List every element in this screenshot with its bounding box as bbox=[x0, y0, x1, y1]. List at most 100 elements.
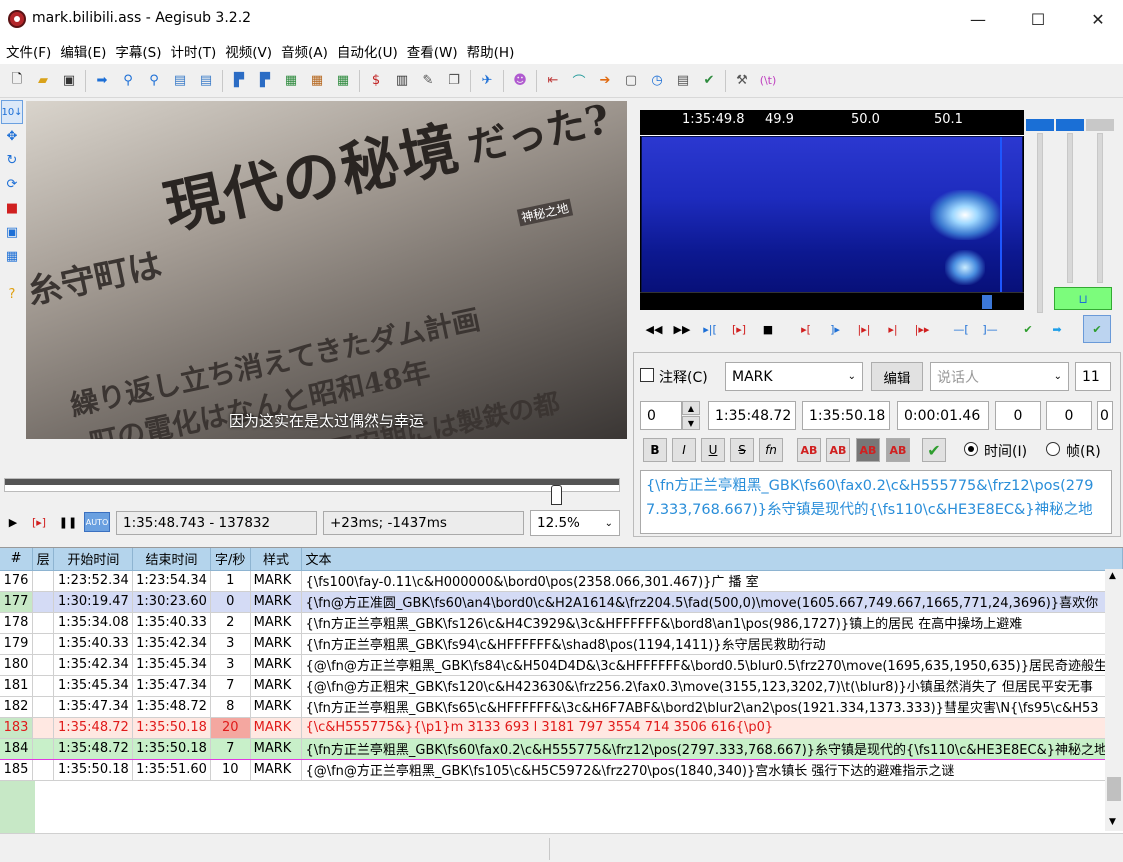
table-row[interactable]: 176 1:23:52.34 1:23:54.34 1 MARK {\fs100… bbox=[0, 570, 1123, 592]
start-time-field[interactable]: 1:35:48.72 bbox=[708, 401, 796, 430]
autoscroll-icon[interactable]: AUTO bbox=[84, 512, 110, 532]
table-row[interactable]: 183 1:35:48.72 1:35:50.18 20 MARK {\c&H5… bbox=[0, 717, 1123, 739]
layer-down-icon[interactable]: ▼ bbox=[682, 416, 700, 430]
zoom-in-icon[interactable]: ⚲ bbox=[117, 70, 139, 92]
rotate-z-icon[interactable]: ↻ bbox=[1, 148, 23, 172]
scroll-up-icon[interactable]: ▲ bbox=[1109, 571, 1116, 581]
table-row[interactable]: 185 1:35:50.18 1:35:51.60 10 MARK {@\fn@… bbox=[0, 759, 1123, 781]
secondary-color-button[interactable]: AB bbox=[826, 438, 850, 462]
shadow-color-button[interactable]: AB bbox=[886, 438, 910, 462]
commit-icon[interactable]: ✔ bbox=[922, 438, 946, 462]
stop-audio-icon[interactable]: ■ bbox=[757, 320, 779, 338]
comment-checkbox[interactable] bbox=[640, 368, 654, 382]
table-row[interactable]: 179 1:35:40.33 1:35:42.34 3 MARK {\fn方正兰… bbox=[0, 633, 1123, 655]
resample-icon[interactable]: ▤ bbox=[672, 70, 694, 92]
scale-icon[interactable]: ■ bbox=[1, 196, 23, 220]
play-end-icon[interactable]: ▸| bbox=[882, 320, 904, 338]
seek-slider-thumb[interactable] bbox=[551, 485, 562, 505]
col-header-style[interactable]: 样式 bbox=[250, 548, 303, 571]
col-header-cps[interactable]: 字/秒 bbox=[210, 548, 251, 571]
style-dropdown[interactable]: MARK ⌄ bbox=[725, 362, 863, 391]
grid-scrollbar[interactable]: ▲ ▼ bbox=[1105, 569, 1123, 831]
zoom-out-icon[interactable]: ⚲ bbox=[143, 70, 165, 92]
margin-right-field[interactable]: 0 bbox=[1046, 401, 1092, 430]
table-row[interactable]: 182 1:35:47.34 1:35:48.72 8 MARK {\fn方正兰… bbox=[0, 696, 1123, 718]
menu-view[interactable]: 查看(W) bbox=[407, 41, 467, 61]
play-before-icon[interactable]: ▸[ bbox=[795, 320, 817, 338]
next-icon[interactable]: ➡ bbox=[1046, 320, 1068, 338]
col-header-layer[interactable]: 层 bbox=[32, 548, 55, 571]
clip-rect-icon[interactable]: ▣ bbox=[1, 220, 23, 244]
menu-video[interactable]: 视频(V) bbox=[225, 41, 281, 61]
play-after-icon[interactable]: ]▸ bbox=[824, 320, 846, 338]
close-button[interactable]: ✕ bbox=[1075, 0, 1121, 38]
video-seek-slider[interactable] bbox=[4, 478, 620, 492]
table-row[interactable]: 178 1:35:34.08 1:35:40.33 2 MARK {\fn方正兰… bbox=[0, 612, 1123, 634]
margin-left-field[interactable]: 0 bbox=[995, 401, 1041, 430]
table-row[interactable]: 181 1:35:45.34 1:35:47.34 7 MARK {@\fn@方… bbox=[0, 675, 1123, 697]
menu-subtitle[interactable]: 字幕(S) bbox=[115, 41, 170, 61]
italic-button[interactable]: I bbox=[672, 438, 696, 462]
menu-automation[interactable]: 自动化(U) bbox=[337, 41, 407, 61]
underline-button[interactable]: U bbox=[701, 438, 725, 462]
col-header-end[interactable]: 结束时间 bbox=[132, 548, 211, 571]
character-icon[interactable]: ☻ bbox=[509, 70, 531, 92]
layer-up-icon[interactable]: ▲ bbox=[682, 401, 700, 415]
menu-edit[interactable]: 编辑(E) bbox=[60, 41, 115, 61]
play-start-icon[interactable]: |▸| bbox=[853, 320, 875, 338]
next-line-icon[interactable]: ▶▶ bbox=[671, 320, 693, 338]
video-display[interactable]: だった? 現代の秘境 糸守町は 繰り返し立ち消えてきたダム計画 町の電化はなんと… bbox=[26, 101, 627, 439]
menu-help[interactable]: 帮助(H) bbox=[467, 41, 524, 61]
open-file-icon[interactable]: ▰ bbox=[32, 70, 54, 92]
margin-vertical-field[interactable]: 0 bbox=[1097, 401, 1113, 430]
table-row[interactable]: 180 1:35:42.34 1:35:45.34 3 MARK {@\fn@方… bbox=[0, 654, 1123, 676]
play-icon[interactable]: ▶ bbox=[3, 512, 23, 532]
video-open-icon[interactable]: ▤ bbox=[169, 70, 191, 92]
box-icon[interactable]: ▢ bbox=[620, 70, 642, 92]
col-header-start[interactable]: 开始时间 bbox=[53, 548, 134, 571]
rotate-xy-icon[interactable]: ⟳ bbox=[1, 172, 23, 196]
keyframes-icon[interactable]: ▛ bbox=[228, 70, 250, 92]
vertical-zoom-knob[interactable] bbox=[1056, 119, 1084, 131]
outline-color-button[interactable]: AB bbox=[856, 438, 880, 462]
commit-icon[interactable]: ✔ bbox=[1017, 320, 1039, 338]
duration-field[interactable]: 0:00:01.46 bbox=[897, 401, 989, 430]
menu-timing[interactable]: 计时(T) bbox=[171, 41, 226, 61]
link-vertical-zoom-button[interactable]: ⊔ bbox=[1054, 287, 1112, 310]
horizontal-zoom-slider[interactable] bbox=[1037, 133, 1043, 313]
scroll-down-icon[interactable]: ▼ bbox=[1109, 817, 1116, 827]
subtitle-text-editor[interactable]: {\fn方正兰亭粗黑_GBK\fs60\fax0.2\c&H555775&\fr… bbox=[640, 470, 1112, 534]
table-row[interactable]: 177 1:30:19.47 1:30:23.60 0 MARK {\fn@方正… bbox=[0, 591, 1123, 613]
jump-icon[interactable]: ➡ bbox=[91, 70, 113, 92]
vector-clip-icon[interactable]: ▦ bbox=[1, 244, 23, 268]
font-button[interactable]: fn bbox=[759, 438, 783, 462]
copy-icon[interactable]: ❐ bbox=[443, 70, 465, 92]
effect-count-field[interactable]: 11 bbox=[1075, 362, 1111, 391]
prev-line-icon[interactable]: ◀◀ bbox=[643, 320, 665, 338]
timer-icon[interactable]: ◷ bbox=[646, 70, 668, 92]
col-header-num[interactable]: # bbox=[0, 548, 34, 571]
table-row[interactable]: 184 1:35:48.72 1:35:50.18 7 MARK {\fn方正兰… bbox=[0, 737, 1123, 760]
subtitle-grid[interactable]: # 层 开始时间 结束时间 字/秒 样式 文本 176 1:23:52.34 1… bbox=[0, 547, 1123, 833]
play-to-end-icon[interactable]: |▸▸ bbox=[911, 320, 933, 338]
menu-file[interactable]: 文件(F) bbox=[6, 41, 60, 61]
style-icon[interactable]: $ bbox=[365, 70, 387, 92]
actor-dropdown[interactable]: 说话人 ⌄ bbox=[930, 362, 1069, 391]
film-icon[interactable]: ▦ bbox=[280, 70, 302, 92]
edit-style-button[interactable]: 编辑 bbox=[871, 362, 923, 391]
spellcheck-icon[interactable]: ✔ bbox=[698, 70, 720, 92]
horizontal-zoom-knob[interactable] bbox=[1026, 119, 1054, 131]
video-close-icon[interactable]: ▤ bbox=[195, 70, 217, 92]
save-icon[interactable]: ▣ bbox=[58, 70, 80, 92]
new-file-icon[interactable]: 🗋 bbox=[6, 70, 28, 92]
volume-slider[interactable] bbox=[1097, 133, 1103, 283]
arrow-icon[interactable]: ➔ bbox=[594, 70, 616, 92]
vertical-zoom-slider[interactable] bbox=[1067, 133, 1073, 283]
tools-icon[interactable]: ⚒ bbox=[731, 70, 753, 92]
auto-commit-icon[interactable]: ✔ bbox=[1083, 315, 1111, 343]
maximize-button[interactable]: ☐ bbox=[1015, 0, 1061, 38]
play-line-icon[interactable]: [▸] bbox=[29, 512, 49, 532]
keyframes-save-icon[interactable]: ▛ bbox=[254, 70, 276, 92]
minimize-button[interactable]: — bbox=[955, 0, 1001, 38]
zoom-dropdown[interactable]: 12.5% ⌄ bbox=[530, 510, 620, 536]
